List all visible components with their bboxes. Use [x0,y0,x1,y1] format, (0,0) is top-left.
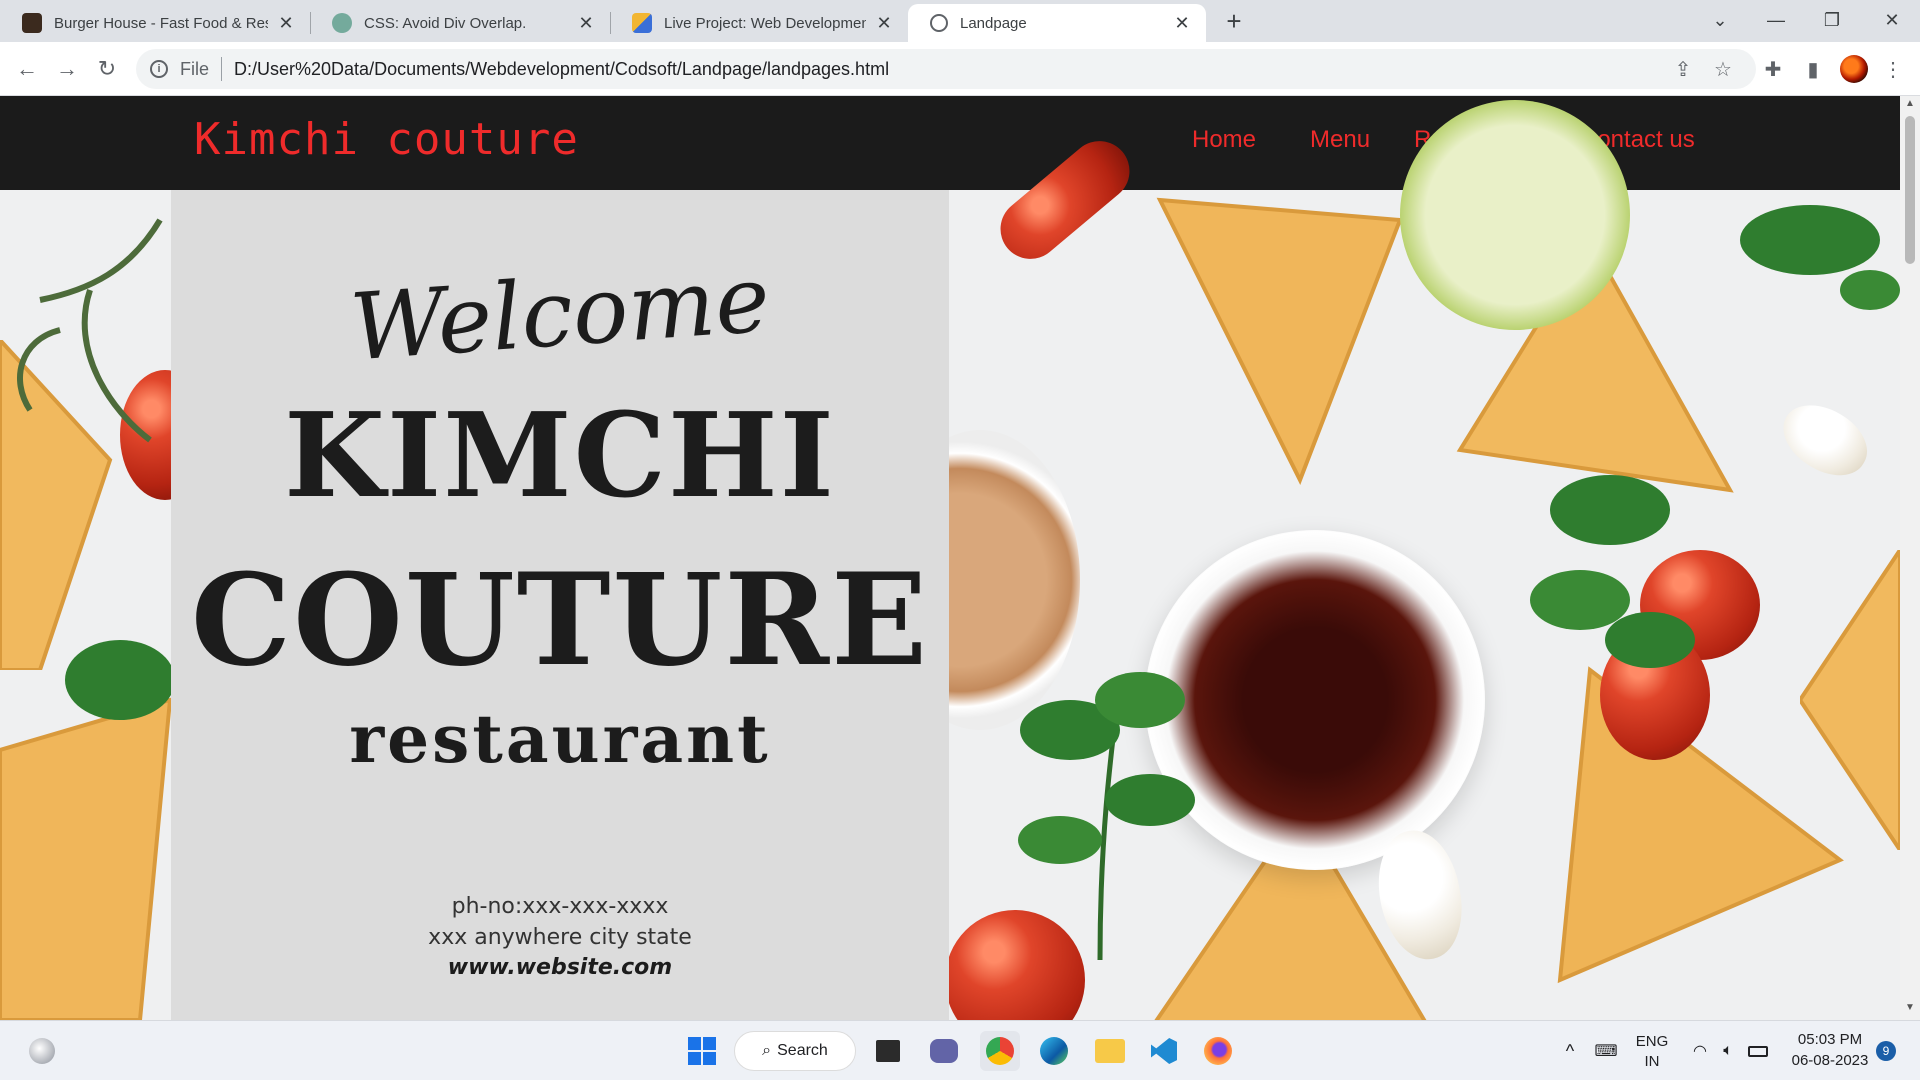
teams-chat-icon[interactable] [924,1031,964,1071]
url-text[interactable]: D:/User%20Data/Documents/Webdevelopment/… [234,59,889,80]
contact-address: xxx anywhere city state [428,925,692,950]
weather-widget-icon[interactable] [22,1031,62,1071]
close-window-icon[interactable]: ✕ [1864,0,1920,40]
language-indicator-top[interactable]: ENG [1632,1033,1672,1050]
tab-burger-house[interactable]: Burger House - Fast Food & Rest ✕ [0,4,310,42]
language-indicator-bottom[interactable]: IN [1632,1053,1672,1070]
tab-search-chevron-icon[interactable]: ⌄ [1692,0,1748,40]
parsley-leaf-image [1740,205,1900,310]
hero-subtitle-restaurant: restaurant [349,700,771,778]
nav-home-link[interactable]: Home [1192,126,1256,154]
file-explorer-icon[interactable] [1090,1031,1130,1071]
back-arrow-icon[interactable]: ← [10,52,44,86]
hero-title-kimchi: KIMCHI [284,388,836,524]
vscode-taskbar-icon[interactable] [1144,1031,1184,1071]
restore-icon[interactable]: ❐ [1804,0,1860,40]
extensions-puzzle-icon[interactable]: ✚ [1760,56,1786,82]
scheme-label: File [180,58,210,79]
close-tab-icon[interactable]: ✕ [576,13,596,33]
browser-toolbar: ← → ↻ i File D:/User%20Data/Documents/We… [0,42,1920,96]
nacho-chip-image [1156,197,1403,485]
scrollbar-thumb[interactable] [1905,116,1915,264]
chrome-taskbar-icon[interactable] [980,1031,1020,1071]
tomato-vine-image [17,218,163,443]
hero-image: Welcome KIMCHI COUTURE restaurant ph-no:… [0,100,1900,1020]
welcome-heading: Welcome [347,245,773,382]
taskbar-search-button[interactable]: ⌕ Search [734,1031,856,1071]
page-scrollbar[interactable]: ▲ ▼ [1900,96,1920,1020]
windows-taskbar: ⌕ Search ^ ⌨ ENG IN ◠ 🔈︎ 05:03 PM 06-08-… [0,1020,1920,1080]
tab-live-project[interactable]: Live Project: Web Development - ✕ [610,4,908,42]
page-viewport: Kimchi couture Home Menu Reservation Con… [0,96,1900,1020]
live-project-favicon-icon [632,13,652,33]
clock-date[interactable]: 06-08-2023 [1780,1052,1880,1069]
share-icon[interactable]: ⇪ [1670,56,1696,82]
close-tab-icon[interactable]: ✕ [874,13,894,33]
forward-arrow-icon[interactable]: → [50,52,84,86]
search-icon: ⌕ [762,1042,772,1059]
contact-phone: ph-no:xxx-xxx-xxxx [451,894,669,919]
close-tab-icon[interactable]: ✕ [1172,13,1192,33]
tab-title: Burger House - Fast Food & Rest [54,14,268,32]
close-tab-icon[interactable]: ✕ [276,13,296,33]
parsley-leaf-image [1530,475,1695,668]
taskbar-search-label: Search [777,1042,828,1059]
tab-title: CSS: Avoid Div Overlap. [364,14,527,32]
bookmark-star-icon[interactable]: ☆ [1710,56,1736,82]
clock-time[interactable]: 05:03 PM [1780,1031,1880,1048]
nav-menu-link[interactable]: Menu [1310,126,1370,154]
firefox-taskbar-icon[interactable] [1198,1031,1238,1071]
contact-website[interactable]: www.website.com [171,955,949,980]
globe-icon [930,14,948,32]
burger-house-favicon-icon [22,13,42,33]
more-menu-icon[interactable]: ⋮ [1880,56,1906,82]
keyboard-icon[interactable]: ⌨ [1586,1031,1626,1071]
tab-landpage[interactable]: Landpage ✕ [908,4,1206,42]
profile-avatar[interactable] [1840,55,1868,83]
parsley-leaf-image [1018,672,1195,960]
new-tab-button[interactable]: + [1220,8,1248,36]
info-icon[interactable]: i [150,60,168,78]
chatgpt-favicon-icon [332,13,352,33]
scroll-down-arrow-icon[interactable]: ▼ [1900,1002,1920,1018]
windows-start-icon[interactable] [682,1031,722,1071]
side-panel-icon[interactable]: ▮ [1800,56,1826,82]
nacho-chip-image [1800,550,1900,850]
reload-icon[interactable]: ↻ [90,52,124,86]
notification-badge[interactable]: 9 [1876,1041,1896,1061]
hero-title-couture: COUTURE [190,546,930,694]
battery-icon[interactable] [1738,1031,1778,1071]
parsley-leaf-image [65,640,175,720]
tab-css-avoid-div-overlap[interactable]: CSS: Avoid Div Overlap. ✕ [310,4,610,42]
lime-slice-image [1400,100,1630,330]
minimize-icon[interactable]: — [1748,0,1804,40]
address-divider [221,57,223,81]
tab-title: Landpage [960,14,1027,32]
task-view-icon[interactable] [868,1031,908,1071]
scroll-up-arrow-icon[interactable]: ▲ [1900,98,1920,114]
garlic-clove-image [1771,391,1879,489]
address-bar[interactable]: i File D:/User%20Data/Documents/Webdevel… [136,49,1756,89]
tab-strip: Burger House - Fast Food & Rest ✕ CSS: A… [0,0,1920,42]
welcome-panel: Welcome KIMCHI COUTURE restaurant ph-no:… [171,190,949,1020]
edge-taskbar-icon[interactable] [1034,1031,1074,1071]
tab-title: Live Project: Web Development - [664,14,866,32]
site-brand[interactable]: Kimchi couture [194,114,579,165]
tray-overflow-chevron-icon[interactable]: ^ [1550,1031,1590,1071]
